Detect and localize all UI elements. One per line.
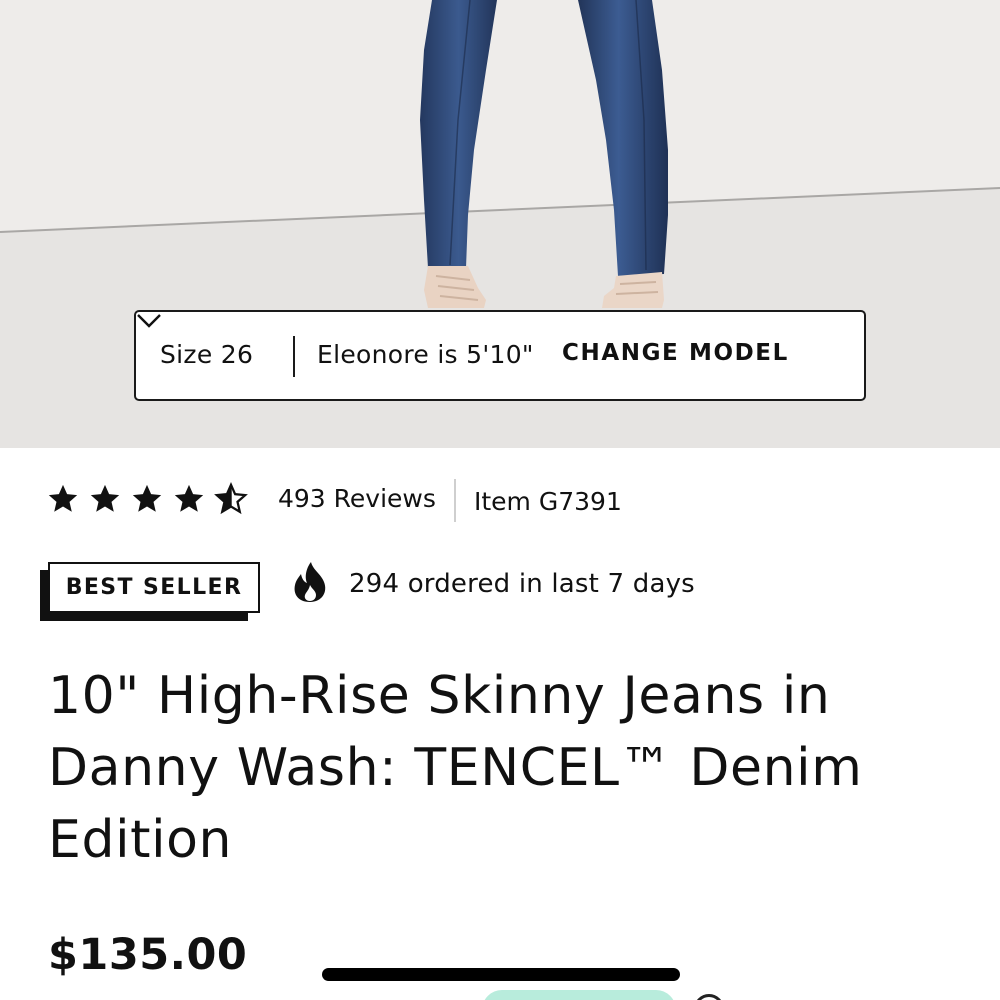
product-price: $135.00 bbox=[48, 930, 248, 980]
star-half-icon bbox=[214, 482, 248, 515]
star-icon bbox=[90, 484, 120, 512]
model-size-label: Size 26 bbox=[160, 340, 254, 369]
model-selector[interactable]: Size 26 Eleonore is 5'10" CHANGE MODEL bbox=[134, 310, 866, 401]
star-icon bbox=[132, 484, 162, 512]
product-title: 10" High-Rise Skinny Jeans in Danny Wash… bbox=[48, 666, 863, 870]
product-page: Size 26 Eleonore is 5'10" CHANGE MODEL 4… bbox=[0, 0, 1000, 1000]
item-number: Item G7391 bbox=[474, 487, 622, 516]
home-indicator[interactable] bbox=[322, 968, 680, 981]
reviews-link[interactable]: 493 Reviews bbox=[278, 484, 436, 513]
product-image[interactable]: Size 26 Eleonore is 5'10" CHANGE MODEL bbox=[0, 0, 1000, 448]
star-rating[interactable] bbox=[46, 482, 248, 516]
promo-pill[interactable] bbox=[482, 990, 676, 1000]
best-seller-badge: BEST SELLER bbox=[48, 562, 260, 613]
ordered-count-text: 294 ordered in last 7 days bbox=[349, 569, 695, 599]
flame-icon bbox=[294, 562, 326, 602]
model-height-label: Eleonore is 5'10" bbox=[317, 340, 534, 369]
chevron-down-icon[interactable] bbox=[136, 312, 162, 330]
info-icon[interactable] bbox=[694, 994, 724, 1000]
star-icon bbox=[174, 484, 204, 512]
change-model-button[interactable]: CHANGE MODEL bbox=[562, 340, 789, 366]
divider bbox=[293, 336, 295, 377]
divider bbox=[454, 479, 456, 522]
star-icon bbox=[48, 484, 78, 512]
